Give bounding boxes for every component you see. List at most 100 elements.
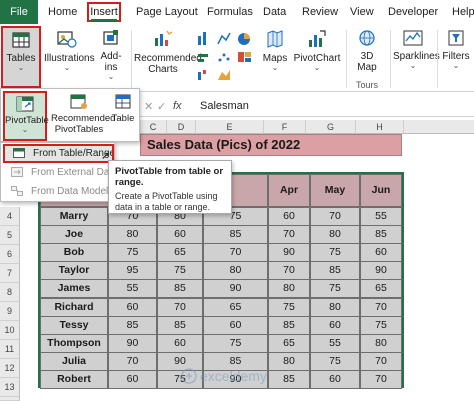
waterfall-chart-icon[interactable]	[198, 70, 206, 80]
tables-button[interactable]: Tables ⌄	[1, 26, 41, 88]
column-header-d[interactable]: D	[167, 120, 196, 134]
sales-value-cell[interactable]: 60	[310, 369, 360, 389]
illustrations-button[interactable]: Illustrations ⌄	[44, 28, 95, 72]
tab-insert[interactable]: Insert	[87, 2, 121, 22]
salesman-cell[interactable]: James	[40, 279, 108, 299]
sales-value-cell[interactable]: 80	[360, 333, 402, 353]
sales-value-cell[interactable]: 65	[157, 243, 203, 263]
tab-data[interactable]: Data	[263, 3, 286, 21]
recommended-charts-button[interactable]: Recommended Charts	[134, 28, 202, 75]
salesman-cell[interactable]: Thompson	[40, 333, 108, 353]
sales-value-cell[interactable]: 70	[203, 243, 268, 263]
sales-value-cell[interactable]: 90	[360, 261, 402, 281]
header-cell-apr[interactable]: Apr	[268, 174, 310, 207]
row-header-14[interactable]	[0, 397, 20, 401]
tab-page-layout[interactable]: Page Layout	[136, 3, 198, 21]
tab-file[interactable]: File	[0, 0, 38, 24]
sales-value-cell[interactable]: 70	[360, 297, 402, 317]
sales-value-cell[interactable]: 65	[360, 279, 402, 299]
column-header-f[interactable]: F	[264, 120, 306, 134]
sales-value-cell[interactable]: 55	[310, 333, 360, 353]
sales-value-cell[interactable]: 70	[157, 297, 203, 317]
sales-value-cell[interactable]: 60	[268, 207, 310, 226]
row-header-11[interactable]: 11	[0, 340, 20, 359]
sales-value-cell[interactable]: 75	[360, 315, 402, 335]
bar-chart-icon[interactable]	[198, 54, 208, 62]
tab-developer[interactable]: Developer	[388, 3, 438, 21]
sales-value-cell[interactable]: 65	[268, 333, 310, 353]
sales-value-cell[interactable]: 65	[203, 297, 268, 317]
sales-value-cell[interactable]: 70	[268, 225, 310, 245]
sales-value-cell[interactable]: 70	[268, 261, 310, 281]
sales-value-cell[interactable]: 80	[268, 279, 310, 299]
sales-value-cell[interactable]: 80	[203, 261, 268, 281]
sales-value-cell[interactable]: 55	[360, 207, 402, 226]
sales-value-cell[interactable]: 90	[108, 333, 157, 353]
tab-help[interactable]: Help	[452, 3, 474, 21]
salesman-cell[interactable]: Bob	[40, 243, 108, 263]
from-table-range-item[interactable]: From Table/Range ➚	[3, 144, 114, 163]
sparklines-button[interactable]: Sparklines ⌄	[393, 28, 440, 70]
sales-value-cell[interactable]: 95	[108, 261, 157, 281]
filters-button[interactable]: Filters ⌄	[440, 28, 472, 70]
from-data-model-item[interactable]: From Data Model	[3, 182, 114, 201]
addins-button[interactable]: Add- ins ⌄	[96, 28, 126, 81]
sales-value-cell[interactable]: 60	[157, 333, 203, 353]
column-header-blank[interactable]	[404, 120, 474, 134]
column-header-g[interactable]: G	[306, 120, 356, 134]
sales-value-cell[interactable]: 85	[310, 261, 360, 281]
salesman-cell[interactable]: Joe	[40, 225, 108, 245]
cancel-icon[interactable]: ✕	[144, 100, 153, 113]
sales-value-cell[interactable]: 70	[360, 369, 402, 389]
header-cell-jun[interactable]: Jun	[360, 174, 402, 207]
row-header-10[interactable]: 10	[0, 321, 20, 340]
sales-value-cell[interactable]: 85	[360, 225, 402, 245]
line-chart-icon[interactable]	[217, 32, 231, 45]
sales-value-cell[interactable]: 80	[310, 297, 360, 317]
sales-value-cell[interactable]: 60	[360, 243, 402, 263]
salesman-cell[interactable]: Robert	[40, 369, 108, 389]
3d-map-button[interactable]: 3D Map	[350, 28, 384, 73]
maps-button[interactable]: Maps ⌄	[262, 28, 288, 72]
column-header-c[interactable]: C	[140, 120, 167, 134]
row-header-12[interactable]: 12	[0, 359, 20, 378]
pie-chart-icon[interactable]	[238, 33, 250, 45]
sheet-title-cell[interactable]: Sales Data (Pics) of 2022	[140, 134, 402, 156]
formula-input[interactable]: Salesman	[200, 100, 249, 112]
sales-value-cell[interactable]: 60	[108, 297, 157, 317]
sales-value-cell[interactable]: 60	[157, 225, 203, 245]
sales-value-cell[interactable]: 85	[157, 279, 203, 299]
sales-value-cell[interactable]: 60	[108, 369, 157, 389]
sales-value-cell[interactable]: 80	[108, 225, 157, 245]
sales-value-cell[interactable]: 85	[157, 315, 203, 335]
header-cell-may[interactable]: May	[310, 174, 360, 207]
enter-icon[interactable]: ✓	[157, 100, 166, 113]
salesman-cell[interactable]: Tessy	[40, 315, 108, 335]
row-header-13[interactable]: 13	[0, 378, 20, 397]
salesman-cell[interactable]: Marry	[40, 207, 108, 226]
column-header-h[interactable]: H	[356, 120, 404, 134]
hierarchy-chart-icon[interactable]	[238, 52, 251, 62]
sales-value-cell[interactable]: 75	[310, 243, 360, 263]
tab-review[interactable]: Review	[302, 3, 338, 21]
pivottable-button[interactable]: PivotTable ⌄	[3, 91, 49, 141]
sales-value-cell[interactable]: 75	[108, 243, 157, 263]
salesman-cell[interactable]: Julia	[40, 351, 108, 371]
table-button[interactable]: Table	[109, 91, 137, 124]
row-header-6[interactable]: 6	[0, 245, 20, 264]
recommended-pivottables-button[interactable]: Recommended PivotTables	[51, 91, 115, 135]
salesman-cell[interactable]: Richard	[40, 297, 108, 317]
sales-value-cell[interactable]: 90	[203, 279, 268, 299]
sales-value-cell[interactable]: 60	[310, 315, 360, 335]
tab-home[interactable]: Home	[48, 3, 77, 21]
tab-view[interactable]: View	[350, 3, 374, 21]
sales-value-cell[interactable]: 70	[108, 351, 157, 371]
scatter-chart-icon[interactable]	[218, 53, 230, 62]
row-header-8[interactable]: 8	[0, 283, 20, 302]
column-chart-icon[interactable]	[198, 32, 206, 45]
sales-value-cell[interactable]: 60	[203, 315, 268, 335]
row-header-9[interactable]: 9	[0, 302, 20, 321]
row-header-4[interactable]: 4	[0, 207, 20, 226]
sales-value-cell[interactable]: 90	[268, 243, 310, 263]
sales-value-cell[interactable]: 85	[108, 315, 157, 335]
